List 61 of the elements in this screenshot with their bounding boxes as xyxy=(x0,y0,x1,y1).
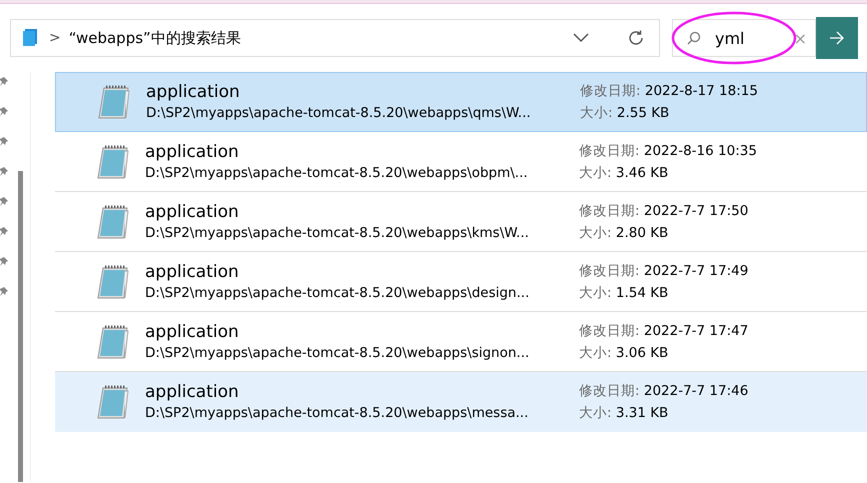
file-name: application xyxy=(145,380,240,402)
date-label: 修改日期: xyxy=(580,83,641,99)
result-row[interactable]: application D:\SP2\myapps\apache-tomcat-8.5.20\webapps\obpm\... 修改日期: 2022-8-16 10:35 大小: 3.46 KB xyxy=(55,132,867,192)
file-path: D:\SP2\myapps\apache-tomcat-8.5.20\webapps\obpm\... xyxy=(145,164,529,182)
stack-icon xyxy=(21,28,39,48)
pin-icon[interactable] xyxy=(0,227,8,237)
refresh-icon[interactable] xyxy=(627,29,645,47)
modified-date: 2022-8-16 10:35 xyxy=(644,142,757,158)
result-row[interactable]: application D:\SP2\myapps\apache-tomcat-8.5.20\webapps\design... 修改日期: 2022-7-7 17:49 大小: 1.54 KB xyxy=(55,252,867,312)
size-label: 大小: xyxy=(580,105,613,121)
file-path: D:\SP2\myapps\apache-tomcat-8.5.20\webapps\messa... xyxy=(145,404,530,422)
search-text: yml xyxy=(715,28,746,48)
address-bar[interactable]: > “webapps”中的搜索结果 xyxy=(10,19,660,57)
pin-icon[interactable] xyxy=(0,107,8,117)
breadcrumb-separator[interactable]: > xyxy=(49,30,61,46)
modified-date: 2022-7-7 17:49 xyxy=(644,262,748,278)
file-name: application xyxy=(145,320,240,342)
file-size: 3.46 KB xyxy=(616,164,668,180)
date-label: 修改日期: xyxy=(579,202,640,218)
file-size: 2.55 KB xyxy=(616,105,670,121)
file-name: application xyxy=(146,81,241,103)
file-size: 1.54 KB xyxy=(616,284,668,300)
search-icon xyxy=(687,31,701,45)
date-label: 修改日期: xyxy=(579,382,640,398)
pin-icon[interactable] xyxy=(0,167,8,177)
file-size: 3.06 KB xyxy=(616,344,668,360)
pin-icon[interactable] xyxy=(0,137,8,147)
file-name: application xyxy=(145,260,240,282)
modified-date: 2022-7-7 17:50 xyxy=(644,202,748,218)
result-row[interactable]: application D:\SP2\myapps\apache-tomcat-8.5.20\webapps\kms\W... 修改日期: 2022-7-7 17:50 大小: 2.80 KB xyxy=(55,192,867,252)
size-label: 大小: xyxy=(579,164,612,180)
modified-date: 2022-8-17 18:15 xyxy=(644,83,758,99)
size-label: 大小: xyxy=(579,284,612,300)
modified-date: 2022-7-7 17:47 xyxy=(644,322,748,338)
file-path: D:\SP2\myapps\apache-tomcat-8.5.20\webapps\signon... xyxy=(145,344,530,362)
file-size: 3.31 KB xyxy=(616,404,668,420)
result-row[interactable]: application D:\SP2\myapps\apache-tomcat-8.5.20\webapps\messa... 修改日期: 2022-7-7 17:46 大小: 3.31 KB xyxy=(55,372,867,432)
chevron-down-icon[interactable] xyxy=(573,33,589,43)
scrollbar[interactable] xyxy=(18,171,23,482)
size-label: 大小: xyxy=(579,224,612,240)
size-label: 大小: xyxy=(579,344,612,360)
pin-icon[interactable] xyxy=(0,77,8,87)
go-button[interactable] xyxy=(816,17,858,59)
result-row[interactable]: application D:\SP2\myapps\apache-tomcat-8.5.20\webapps\qms\W... 修改日期: 2022-8-17 18:15 大小: 2.55 KB xyxy=(55,72,867,132)
date-label: 修改日期: xyxy=(579,142,640,158)
arrow-right-icon xyxy=(829,31,845,45)
breadcrumb-location[interactable]: “webapps”中的搜索结果 xyxy=(68,28,241,48)
date-label: 修改日期: xyxy=(579,322,640,338)
modified-date: 2022-7-7 17:46 xyxy=(644,382,748,398)
file-name: application xyxy=(145,200,240,222)
size-label: 大小: xyxy=(579,404,612,420)
file-name: application xyxy=(145,140,240,162)
pin-icon[interactable] xyxy=(0,257,8,267)
file-path: D:\SP2\myapps\apache-tomcat-8.5.20\webapps\design... xyxy=(145,284,530,302)
file-path: D:\SP2\myapps\apache-tomcat-8.5.20\webapps\kms\W... xyxy=(145,224,530,242)
file-path: D:\SP2\myapps\apache-tomcat-8.5.20\webapps\qms\W... xyxy=(146,104,532,123)
file-size: 2.80 KB xyxy=(616,224,668,240)
pin-icon[interactable] xyxy=(0,287,8,297)
date-label: 修改日期: xyxy=(579,262,640,278)
search-field[interactable]: yml × xyxy=(672,19,816,57)
pin-icon[interactable] xyxy=(0,197,8,207)
